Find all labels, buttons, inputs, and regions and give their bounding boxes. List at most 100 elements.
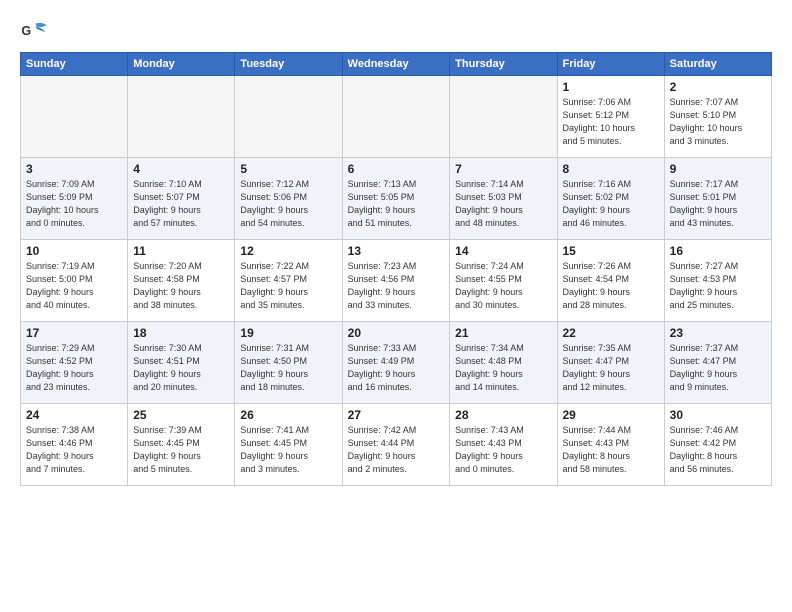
calendar-cell-18: 18 Sunrise: 7:30 AM Sunset: 4:51 PM Dayli… xyxy=(128,322,235,404)
calendar-header-friday: Friday xyxy=(557,53,664,76)
day-info: Sunrise: 7:24 AM Sunset: 4:55 PM Dayligh… xyxy=(455,260,551,312)
calendar-cell-empty xyxy=(450,76,557,158)
day-number: 5 xyxy=(240,162,336,176)
calendar-table: SundayMondayTuesdayWednesdayThursdayFrid… xyxy=(20,52,772,486)
day-number: 7 xyxy=(455,162,551,176)
day-number: 19 xyxy=(240,326,336,340)
calendar-week-3: 10 Sunrise: 7:19 AM Sunset: 5:00 PM Dayli… xyxy=(21,240,772,322)
day-info: Sunrise: 7:46 AM Sunset: 4:42 PM Dayligh… xyxy=(670,424,766,476)
calendar-cell-9: 9Sunrise: 7:17 AM Sunset: 5:01 PM Daylig… xyxy=(664,158,771,240)
calendar-cell-13: 13 Sunrise: 7:23 AM Sunset: 4:56 PM Dayli… xyxy=(342,240,450,322)
day-info: Sunrise: 7:20 AM Sunset: 4:58 PM Dayligh… xyxy=(133,260,229,312)
day-number: 27 xyxy=(348,408,445,422)
day-number: 15 xyxy=(563,244,659,258)
day-info: Sunrise: 7:13 AM Sunset: 5:05 PM Dayligh… xyxy=(348,178,445,230)
day-info: Sunrise: 7:27 AM Sunset: 4:53 PM Dayligh… xyxy=(670,260,766,312)
calendar-header-tuesday: Tuesday xyxy=(235,53,342,76)
day-info: Sunrise: 7:41 AM Sunset: 4:45 PM Dayligh… xyxy=(240,424,336,476)
calendar-cell-2: 2Sunrise: 7:07 AM Sunset: 5:10 PM Daylig… xyxy=(664,76,771,158)
day-number: 12 xyxy=(240,244,336,258)
day-info: Sunrise: 7:23 AM Sunset: 4:56 PM Dayligh… xyxy=(348,260,445,312)
calendar-week-1: 1 Sunrise: 7:06 AM Sunset: 5:12 PM Daylig… xyxy=(21,76,772,158)
svg-text:G: G xyxy=(21,24,31,38)
day-number: 24 xyxy=(26,408,122,422)
day-info: Sunrise: 7:26 AM Sunset: 4:54 PM Dayligh… xyxy=(563,260,659,312)
day-info: Sunrise: 7:33 AM Sunset: 4:49 PM Dayligh… xyxy=(348,342,445,394)
day-info: Sunrise: 7:19 AM Sunset: 5:00 PM Dayligh… xyxy=(26,260,122,312)
calendar-header-wednesday: Wednesday xyxy=(342,53,450,76)
calendar-cell-empty xyxy=(128,76,235,158)
calendar-cell-empty xyxy=(235,76,342,158)
day-info: Sunrise: 7:43 AM Sunset: 4:43 PM Dayligh… xyxy=(455,424,551,476)
day-number: 22 xyxy=(563,326,659,340)
day-number: 23 xyxy=(670,326,766,340)
day-info: Sunrise: 7:09 AM Sunset: 5:09 PM Dayligh… xyxy=(26,178,122,230)
header: G xyxy=(20,18,772,46)
day-number: 25 xyxy=(133,408,229,422)
day-info: Sunrise: 7:10 AM Sunset: 5:07 PM Dayligh… xyxy=(133,178,229,230)
day-number: 21 xyxy=(455,326,551,340)
day-info: Sunrise: 7:06 AM Sunset: 5:12 PM Dayligh… xyxy=(563,96,659,148)
day-info: Sunrise: 7:12 AM Sunset: 5:06 PM Dayligh… xyxy=(240,178,336,230)
day-number: 14 xyxy=(455,244,551,258)
logo-icon: G xyxy=(20,18,48,46)
calendar-cell-8: 8Sunrise: 7:16 AM Sunset: 5:02 PM Daylig… xyxy=(557,158,664,240)
day-number: 26 xyxy=(240,408,336,422)
calendar-header-sunday: Sunday xyxy=(21,53,128,76)
calendar-cell-4: 4 Sunrise: 7:10 AM Sunset: 5:07 PM Daylig… xyxy=(128,158,235,240)
day-info: Sunrise: 7:39 AM Sunset: 4:45 PM Dayligh… xyxy=(133,424,229,476)
calendar-cell-23: 23 Sunrise: 7:37 AM Sunset: 4:47 PM Dayli… xyxy=(664,322,771,404)
day-info: Sunrise: 7:22 AM Sunset: 4:57 PM Dayligh… xyxy=(240,260,336,312)
calendar-cell-empty xyxy=(342,76,450,158)
calendar-week-2: 3Sunrise: 7:09 AM Sunset: 5:09 PM Daylig… xyxy=(21,158,772,240)
day-info: Sunrise: 7:17 AM Sunset: 5:01 PM Dayligh… xyxy=(670,178,766,230)
calendar-cell-10: 10 Sunrise: 7:19 AM Sunset: 5:00 PM Dayli… xyxy=(21,240,128,322)
day-number: 28 xyxy=(455,408,551,422)
calendar-header-row: SundayMondayTuesdayWednesdayThursdayFrid… xyxy=(21,53,772,76)
calendar-cell-28: 28 Sunrise: 7:43 AM Sunset: 4:43 PM Dayli… xyxy=(450,404,557,486)
calendar-cell-empty xyxy=(21,76,128,158)
day-info: Sunrise: 7:07 AM Sunset: 5:10 PM Dayligh… xyxy=(670,96,766,148)
logo: G xyxy=(20,18,52,46)
calendar-cell-15: 15 Sunrise: 7:26 AM Sunset: 4:54 PM Dayli… xyxy=(557,240,664,322)
calendar-cell-1: 1 Sunrise: 7:06 AM Sunset: 5:12 PM Daylig… xyxy=(557,76,664,158)
calendar-cell-24: 24 Sunrise: 7:38 AM Sunset: 4:46 PM Dayli… xyxy=(21,404,128,486)
calendar-cell-7: 7 Sunrise: 7:14 AM Sunset: 5:03 PM Daylig… xyxy=(450,158,557,240)
calendar-cell-26: 26 Sunrise: 7:41 AM Sunset: 4:45 PM Dayli… xyxy=(235,404,342,486)
day-info: Sunrise: 7:14 AM Sunset: 5:03 PM Dayligh… xyxy=(455,178,551,230)
calendar-cell-27: 27Sunrise: 7:42 AM Sunset: 4:44 PM Dayli… xyxy=(342,404,450,486)
calendar-cell-16: 16 Sunrise: 7:27 AM Sunset: 4:53 PM Dayli… xyxy=(664,240,771,322)
calendar-cell-6: 6Sunrise: 7:13 AM Sunset: 5:05 PM Daylig… xyxy=(342,158,450,240)
day-info: Sunrise: 7:44 AM Sunset: 4:43 PM Dayligh… xyxy=(563,424,659,476)
day-number: 10 xyxy=(26,244,122,258)
calendar-cell-25: 25 Sunrise: 7:39 AM Sunset: 4:45 PM Dayli… xyxy=(128,404,235,486)
day-number: 11 xyxy=(133,244,229,258)
day-number: 20 xyxy=(348,326,445,340)
day-number: 1 xyxy=(563,80,659,94)
day-info: Sunrise: 7:38 AM Sunset: 4:46 PM Dayligh… xyxy=(26,424,122,476)
calendar-cell-30: 30 Sunrise: 7:46 AM Sunset: 4:42 PM Dayli… xyxy=(664,404,771,486)
day-info: Sunrise: 7:16 AM Sunset: 5:02 PM Dayligh… xyxy=(563,178,659,230)
calendar-week-4: 17Sunrise: 7:29 AM Sunset: 4:52 PM Dayli… xyxy=(21,322,772,404)
day-info: Sunrise: 7:31 AM Sunset: 4:50 PM Dayligh… xyxy=(240,342,336,394)
calendar-header-saturday: Saturday xyxy=(664,53,771,76)
calendar-cell-29: 29 Sunrise: 7:44 AM Sunset: 4:43 PM Dayli… xyxy=(557,404,664,486)
day-info: Sunrise: 7:30 AM Sunset: 4:51 PM Dayligh… xyxy=(133,342,229,394)
calendar-cell-20: 20 Sunrise: 7:33 AM Sunset: 4:49 PM Dayli… xyxy=(342,322,450,404)
calendar-cell-12: 12 Sunrise: 7:22 AM Sunset: 4:57 PM Dayli… xyxy=(235,240,342,322)
day-number: 30 xyxy=(670,408,766,422)
day-number: 18 xyxy=(133,326,229,340)
calendar-cell-22: 22Sunrise: 7:35 AM Sunset: 4:47 PM Dayli… xyxy=(557,322,664,404)
day-info: Sunrise: 7:29 AM Sunset: 4:52 PM Dayligh… xyxy=(26,342,122,394)
day-number: 16 xyxy=(670,244,766,258)
day-number: 4 xyxy=(133,162,229,176)
day-info: Sunrise: 7:37 AM Sunset: 4:47 PM Dayligh… xyxy=(670,342,766,394)
calendar-cell-19: 19 Sunrise: 7:31 AM Sunset: 4:50 PM Dayli… xyxy=(235,322,342,404)
calendar-cell-17: 17Sunrise: 7:29 AM Sunset: 4:52 PM Dayli… xyxy=(21,322,128,404)
calendar-week-5: 24 Sunrise: 7:38 AM Sunset: 4:46 PM Dayli… xyxy=(21,404,772,486)
day-number: 13 xyxy=(348,244,445,258)
day-number: 29 xyxy=(563,408,659,422)
calendar-cell-21: 21Sunrise: 7:34 AM Sunset: 4:48 PM Dayli… xyxy=(450,322,557,404)
calendar-header-thursday: Thursday xyxy=(450,53,557,76)
page-container: G SundayMondayTuesdayWednesdayThursdayFr… xyxy=(0,0,792,496)
